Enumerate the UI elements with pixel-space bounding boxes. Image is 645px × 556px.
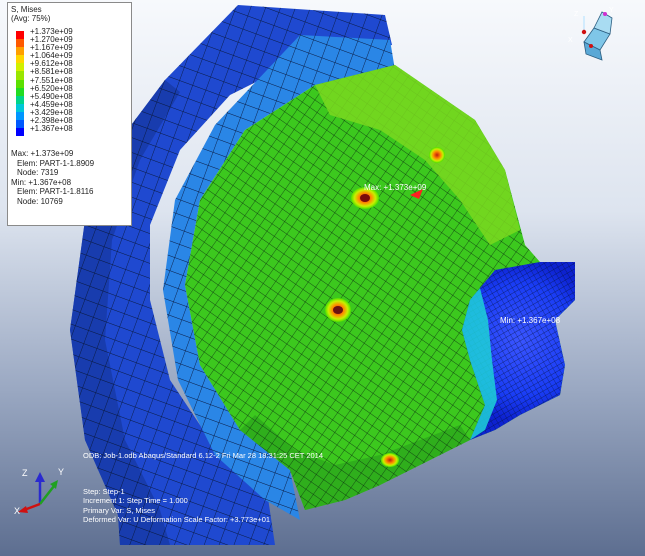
deformed-var-info: Deformed Var: U Deformation Scale Factor… <box>83 514 271 524</box>
increment-info: Increment 1: Step Time = 1.000 <box>83 496 188 506</box>
triad-y-label: Y <box>58 467 64 477</box>
legend-extremes: Max: +1.373e+09 Elem: PART-1-1.8909 Node… <box>11 149 94 207</box>
odb-info: ODB: Job-1.odb Abaqus/Standard 6.12-2 Fr… <box>83 451 324 460</box>
legend-value: +1.167e+09 <box>30 43 73 53</box>
legend-value: +4.459e+08 <box>30 99 73 109</box>
legend-min-elem: Elem: PART-1-1.8116 <box>17 187 94 197</box>
contour-legend: S, Mises (Avg: 75%) +1.373e+09 +1.270e+09… <box>7 2 132 226</box>
step-info: Step: Step-1 <box>83 487 125 497</box>
legend-swatch <box>16 47 24 56</box>
legend-swatch <box>16 31 24 40</box>
axis-triad-icon: Z Y X <box>14 467 64 516</box>
legend-value: +3.429e+08 <box>30 107 73 117</box>
triad-x-label: X <box>14 506 20 516</box>
legend-value: +5.490e+08 <box>30 91 73 101</box>
legend-max-node: Node: 7319 <box>17 168 59 178</box>
legend-swatch <box>16 63 24 72</box>
legend-swatch <box>16 55 24 64</box>
viewcube-x-label: X <box>568 37 573 44</box>
legend-swatch <box>16 95 24 104</box>
legend-averaging: (Avg: 75%) <box>11 14 51 23</box>
max-tag: Max: +1.373e+09 <box>364 183 427 192</box>
legend-swatch <box>16 103 24 112</box>
legend-min-node: Node: 10769 <box>17 196 63 206</box>
legend-value: +2.398e+08 <box>30 116 73 126</box>
legend-value: +9.612e+08 <box>30 59 73 69</box>
legend-value: +1.064e+09 <box>30 51 73 61</box>
legend-swatch <box>16 111 24 121</box>
legend-max-elem: Elem: PART-1-1.8909 <box>17 158 95 168</box>
legend-max-label: Max: +1.373e+09 <box>11 149 74 158</box>
legend-value: +1.373e+09 <box>30 27 73 36</box>
legend-value: +6.520e+08 <box>30 83 73 93</box>
primary-var-info: Primary Var: S, Mises <box>83 505 155 515</box>
legend-values: +1.373e+09 +1.270e+09 +1.167e+09 +1.064e+09… <box>30 27 73 134</box>
min-tag: Min: +1.367e+08 <box>500 316 561 325</box>
legend-swatch <box>16 128 24 137</box>
triad-z-label: Z <box>22 468 28 478</box>
legend-swatch <box>16 87 24 96</box>
legend-swatch <box>16 71 24 80</box>
hotspot-4 <box>381 453 399 467</box>
model-viewport[interactable]: S, Mises (Avg: 75%) +1.373e+09 +1.270e+09… <box>0 0 645 556</box>
legend-value: +8.581e+08 <box>30 67 73 77</box>
viewcube-icon[interactable]: Z Y X <box>566 6 626 64</box>
legend-swatch <box>16 39 24 48</box>
viewport-info: ODB: Job-1.odb Abaqus/Standard 6.12-2 Fr… <box>83 451 323 524</box>
legend-title: S, Mises <box>11 5 42 14</box>
hotspot-2 <box>325 298 351 322</box>
viewcube-y-label: Y <box>609 7 614 14</box>
legend-min-label: Min: +1.367e+08 <box>11 177 72 187</box>
legend-value: +1.270e+09 <box>30 35 73 45</box>
legend-value: +1.367e+08 <box>30 124 73 134</box>
hotspot-3 <box>429 147 445 163</box>
legend-swatches <box>16 31 24 137</box>
legend-value: +7.551e+08 <box>30 75 73 85</box>
legend-swatch <box>16 120 24 129</box>
viewcube-z-label: Z <box>574 11 579 18</box>
legend-swatch <box>16 79 24 88</box>
